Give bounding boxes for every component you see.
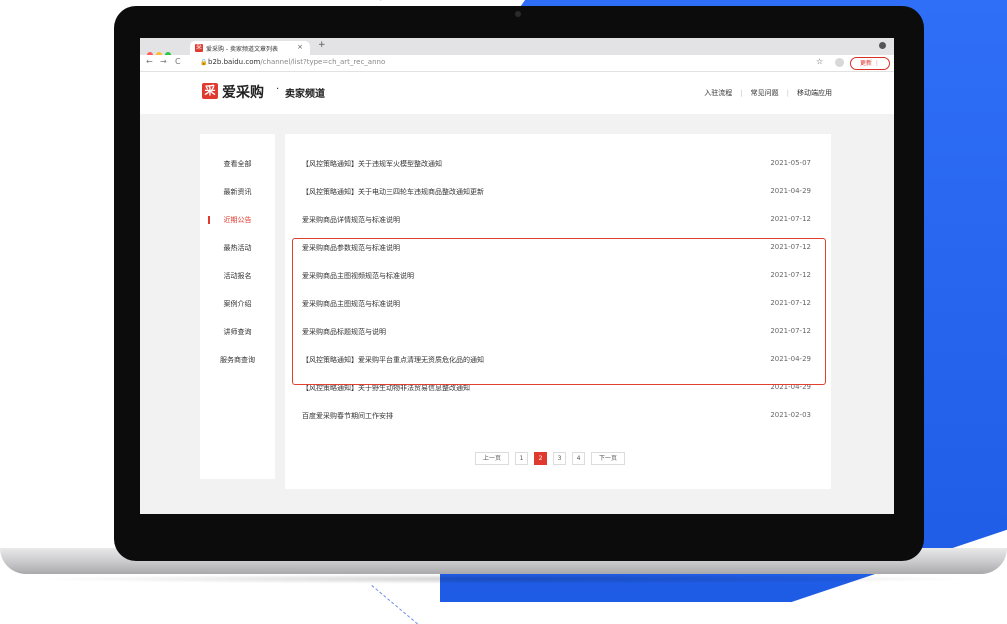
sidebar-item-cases[interactable]: 案例介绍 <box>200 299 275 309</box>
laptop-shadow <box>30 574 977 584</box>
close-tab-icon[interactable]: × <box>297 43 303 51</box>
prev-page-button[interactable]: 上一页 <box>475 452 509 465</box>
channel-name: 卖家频道 <box>285 89 325 100</box>
new-tab-button[interactable]: + <box>318 40 326 50</box>
profile-avatar[interactable] <box>835 58 844 67</box>
sidebar: 查看全部 最新资讯 近期公告 最热活动 活动报名 案例介绍 讲师查询 服务商查询 <box>200 134 275 479</box>
camera-icon <box>515 11 521 17</box>
list-item[interactable]: 【风控策略通知】关于违规军火模型整改通知 2021-05-07 <box>302 159 816 171</box>
back-button[interactable]: ← <box>146 57 153 66</box>
address-bar: ← → C 🔒 b2b.baidu.com/channel/list?type=… <box>140 55 894 72</box>
sidebar-item-hot-activities[interactable]: 最热活动 <box>200 243 275 253</box>
web-page: 采 爱采购 · 卖家频道 入驻流程 | 常见问题 | 移动端应用 查看全部 最新资讯 近… <box>140 72 894 514</box>
list-item[interactable]: 百度爱采购春节期间工作安排 2021-02-03 <box>302 411 816 423</box>
url-field[interactable]: b2b.baidu.com/channel/list?type=ch_art_r… <box>208 58 385 66</box>
article-date: 2021-05-07 <box>770 159 811 167</box>
sidebar-item-all[interactable]: 查看全部 <box>200 159 275 169</box>
nav-divider: | <box>740 89 743 97</box>
logo-text[interactable]: 爱采购 <box>222 82 264 102</box>
page-button-3[interactable]: 3 <box>553 452 566 465</box>
nav-link-mobile[interactable]: 移动端应用 <box>797 88 832 98</box>
next-page-button[interactable]: 下一页 <box>591 452 625 465</box>
nav-divider: | <box>786 89 789 97</box>
url-host: b2b.baidu.com <box>208 58 261 66</box>
site-header: 采 爱采购 · 卖家频道 入驻流程 | 常见问题 | 移动端应用 <box>140 72 894 114</box>
article-date: 2021-07-12 <box>770 215 811 223</box>
sidebar-item-providers[interactable]: 服务商查询 <box>200 355 275 365</box>
list-item[interactable]: 【风控策略通知】关于电动三四轮车违规商品整改通知更新 2021-04-29 <box>302 187 816 199</box>
article-list: 【风控策略通知】关于违规军火模型整改通知 2021-05-07 【风控策略通知】关… <box>285 134 831 489</box>
article-title[interactable]: 【风控策略通知】关于电动三四轮车违规商品整改通知更新 <box>302 187 484 197</box>
page-button-4[interactable]: 4 <box>572 452 585 465</box>
update-button[interactable]: 更新 ⋮ <box>850 57 890 70</box>
sidebar-item-news[interactable]: 最新资讯 <box>200 187 275 197</box>
background-dashed-line <box>371 585 418 624</box>
highlight-box <box>292 238 826 385</box>
article-title[interactable]: 百度爱采购春节期间工作安排 <box>302 411 393 421</box>
list-item[interactable]: 爱采购商品详情规范与标准说明 2021-07-12 <box>302 215 816 227</box>
logo-icon[interactable]: 采 <box>202 83 218 99</box>
logo-separator: · <box>276 84 280 95</box>
background-dashed-line <box>380 0 428 2</box>
reload-button[interactable]: C <box>175 57 181 66</box>
forward-button[interactable]: → <box>160 57 167 66</box>
bookmark-star-icon[interactable]: ☆ <box>816 57 823 66</box>
sidebar-item-lecturers[interactable]: 讲师查询 <box>200 327 275 337</box>
tab-title: 爱采购 - 卖家频道文章列表 <box>206 46 278 53</box>
nav-link-onboarding[interactable]: 入驻流程 <box>704 88 732 98</box>
browser-tab-bar: 采 爱采购 - 卖家频道文章列表 × + <box>140 38 894 58</box>
top-nav: 入驻流程 | 常见问题 | 移动端应用 <box>704 88 832 98</box>
browser-menu-icon[interactable] <box>879 42 886 49</box>
article-title[interactable]: 【风控策略通知】关于违规军火模型整改通知 <box>302 159 442 169</box>
favicon-icon: 采 <box>195 44 203 52</box>
lock-icon: 🔒 <box>200 59 208 66</box>
page-button-1[interactable]: 1 <box>515 452 528 465</box>
sidebar-item-announcements[interactable]: 近期公告 <box>200 215 275 225</box>
article-title[interactable]: 爱采购商品详情规范与标准说明 <box>302 215 400 225</box>
laptop-screen: 采 爱采购 - 卖家频道文章列表 × + ← → C 🔒 b2b.baidu.c… <box>140 38 894 514</box>
nav-link-faq[interactable]: 常见问题 <box>751 88 779 98</box>
sidebar-item-registration[interactable]: 活动报名 <box>200 271 275 281</box>
article-date: 2021-02-03 <box>770 411 811 419</box>
page-button-2[interactable]: 2 <box>534 452 547 465</box>
url-path: /channel/list?type=ch_art_rec_anno <box>260 58 386 66</box>
browser-tab[interactable]: 采 爱采购 - 卖家频道文章列表 × <box>190 41 310 55</box>
article-date: 2021-04-29 <box>770 187 811 195</box>
